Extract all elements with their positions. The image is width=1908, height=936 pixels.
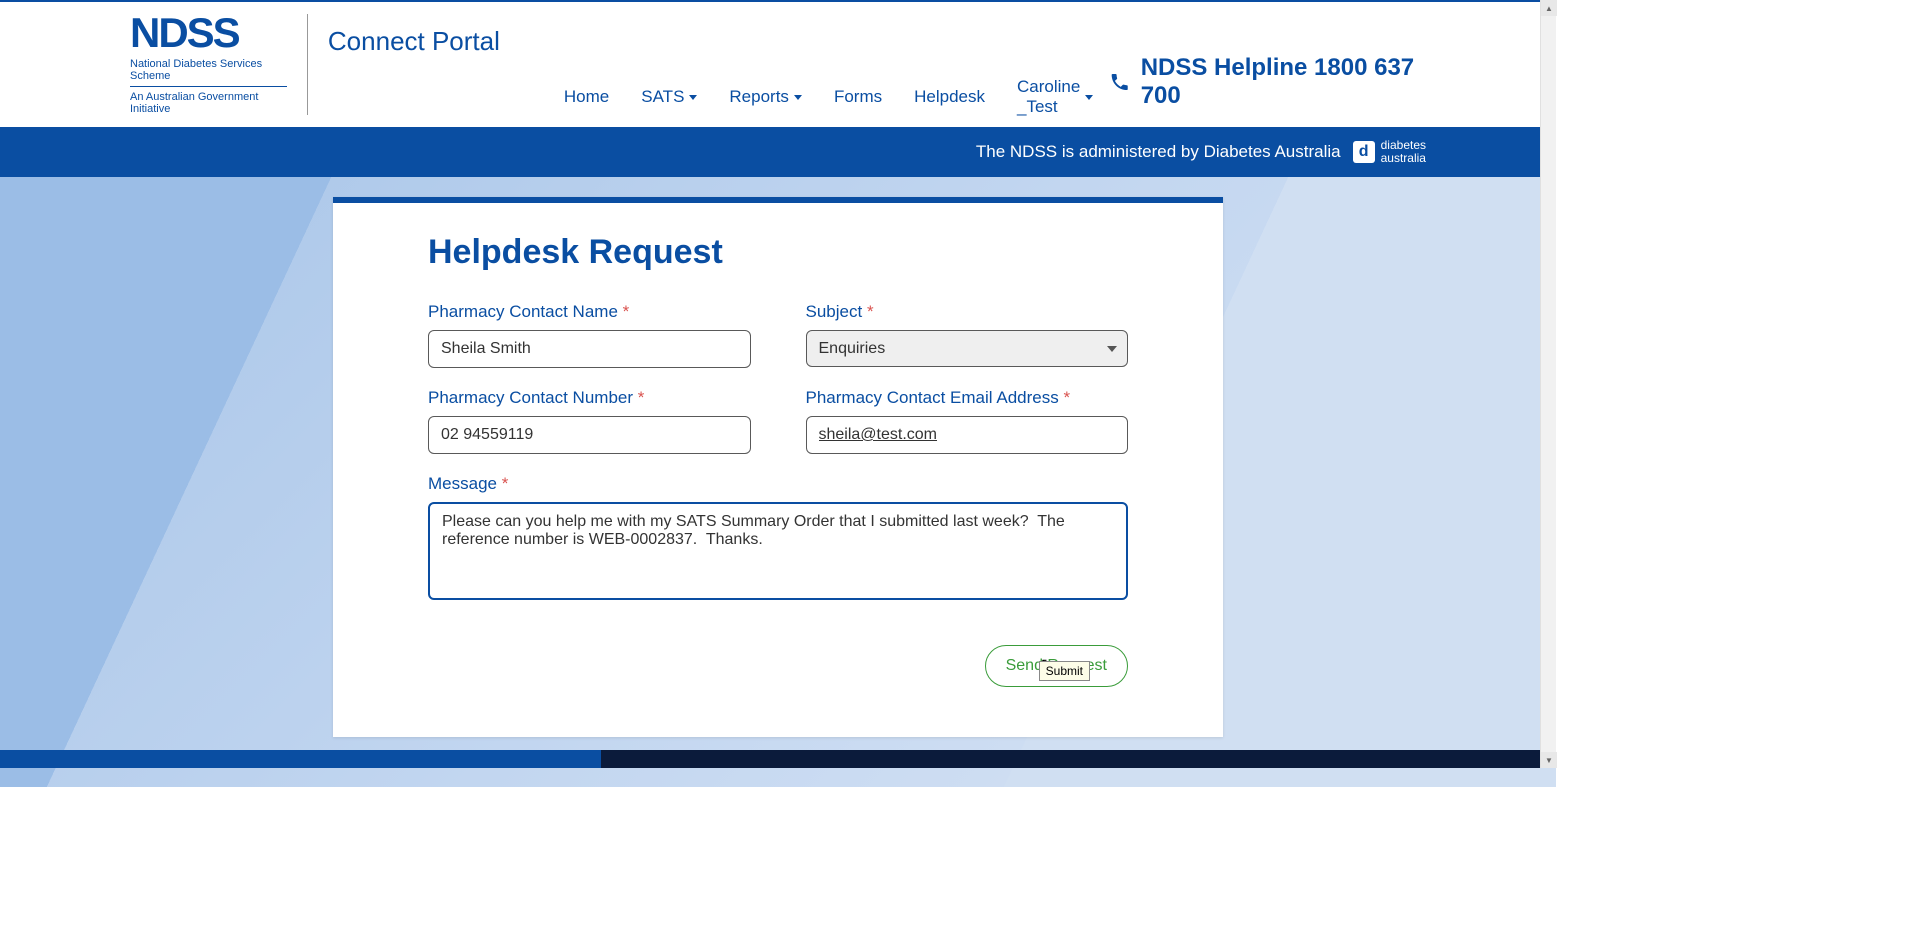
helpdesk-form-card: Helpdesk Request Pharmacy Contact Name *… (333, 197, 1223, 737)
helpline: NDSS Helpline 1800 637 700 (1109, 54, 1426, 110)
logo-subtitle-1: National Diabetes Services Scheme (130, 58, 287, 87)
contact-name-input[interactable] (428, 330, 751, 368)
nav-helpdesk-label: Helpdesk (914, 87, 985, 107)
contact-number-input[interactable] (428, 416, 751, 454)
contact-email-input[interactable] (806, 416, 1129, 454)
message-textarea[interactable] (428, 502, 1128, 600)
nav-home-label: Home (564, 87, 609, 107)
chevron-down-icon (794, 95, 802, 100)
header: NDSS National Diabetes Services Scheme A… (0, 0, 1556, 127)
label-contact-email: Pharmacy Contact Email Address * (806, 388, 1129, 408)
label-contact-name: Pharmacy Contact Name * (428, 302, 751, 322)
content-area: Helpdesk Request Pharmacy Contact Name *… (0, 177, 1556, 787)
scrollbar[interactable]: ▲ ▼ (1540, 0, 1556, 768)
nav-forms[interactable]: Forms (818, 67, 898, 127)
da-text: diabetes australia (1381, 139, 1426, 165)
nav-forms-label: Forms (834, 87, 882, 107)
submit-row: Send Request ↖ Submit (428, 645, 1128, 687)
send-request-button[interactable]: Send Request (985, 645, 1128, 687)
nav-helpdesk[interactable]: Helpdesk (898, 67, 1001, 127)
scroll-up-arrow-icon[interactable]: ▲ (1541, 0, 1557, 16)
admin-text: The NDSS is administered by Diabetes Aus… (976, 142, 1341, 162)
helpline-text: NDSS Helpline 1800 637 700 (1141, 54, 1426, 110)
subject-select[interactable]: Enquiries (806, 330, 1129, 367)
nav-user-label: Caroline _Test (1017, 77, 1080, 117)
phone-icon (1109, 70, 1130, 94)
label-contact-number: Pharmacy Contact Number * (428, 388, 751, 408)
nav-sats-label: SATS (641, 87, 684, 107)
main-nav: Home SATS Reports Forms Helpdesk Carolin… (548, 67, 1109, 127)
scroll-down-arrow-icon[interactable]: ▼ (1541, 752, 1557, 768)
label-subject: Subject * (806, 302, 1129, 322)
chevron-down-icon (1085, 95, 1093, 100)
portal-title: Connect Portal (328, 26, 1109, 57)
footer-strip (0, 750, 1540, 768)
label-message: Message * (428, 474, 1128, 494)
da-icon: d (1353, 141, 1375, 163)
da-line2: australia (1381, 152, 1426, 165)
nav-reports-label: Reports (729, 87, 789, 107)
header-top: NDSS National Diabetes Services Scheme A… (130, 14, 1426, 127)
footer-dark (601, 750, 1540, 768)
logo-text: NDSS (130, 14, 287, 52)
form-title: Helpdesk Request (428, 233, 1128, 272)
admin-bar: The NDSS is administered by Diabetes Aus… (0, 127, 1556, 177)
nav-reports[interactable]: Reports (713, 67, 818, 127)
logo-subtitle-2: An Australian Government Initiative (130, 91, 287, 115)
ndss-logo[interactable]: NDSS National Diabetes Services Scheme A… (130, 14, 308, 115)
nav-home[interactable]: Home (548, 67, 625, 127)
footer-blue (0, 750, 601, 768)
chevron-down-icon (689, 95, 697, 100)
diabetes-australia-logo: d diabetes australia (1353, 139, 1426, 165)
nav-sats[interactable]: SATS (625, 67, 713, 127)
nav-user-menu[interactable]: Caroline _Test (1001, 67, 1109, 127)
